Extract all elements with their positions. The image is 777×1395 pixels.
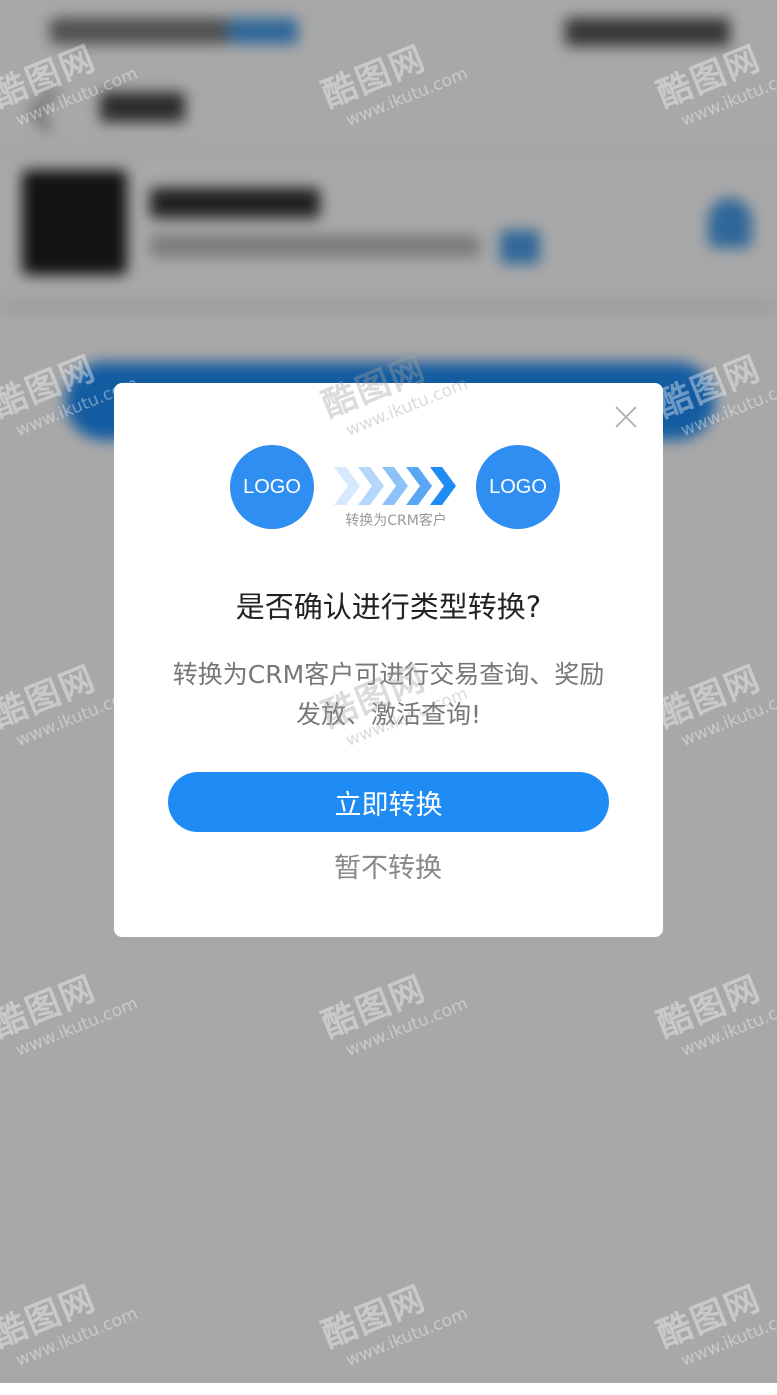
- not-now-button[interactable]: 暂不转换: [288, 843, 488, 887]
- convert-now-button[interactable]: 立即转换: [168, 772, 609, 832]
- target-logo: LOGO: [476, 445, 560, 529]
- close-icon[interactable]: [612, 403, 640, 431]
- conversion-dialog: LOGO 转换为CRM客户 LOGO 是否确认进行类型转换? 转换为CRM客户可…: [114, 383, 663, 937]
- source-logo: LOGO: [230, 445, 314, 529]
- arrow-caption: 转换为CRM客户: [345, 513, 447, 529]
- dialog-message: 转换为CRM客户可进行交易查询、奖励发放、激活查询!: [172, 660, 605, 729]
- dialog-title: 是否确认进行类型转换?: [235, 590, 542, 624]
- conversion-arrows-icon: [334, 467, 456, 505]
